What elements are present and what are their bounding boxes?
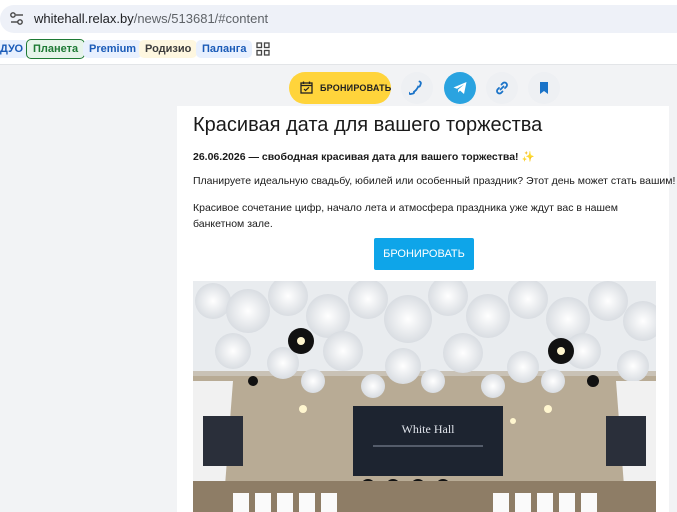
article-title: Красивая дата для вашего торжества [193,114,543,136]
bookmark-premium[interactable]: Premium [83,40,143,58]
phone-icon [409,80,422,95]
phone-button[interactable] [401,72,433,104]
telegram-button[interactable] [444,72,476,104]
bookmark-icon [540,82,548,94]
banquet-hall-image: White Hall [193,281,656,512]
bookmark-rodizio[interactable]: Родизио [139,40,198,58]
banquet-hall-photo: White Hall [193,281,656,512]
page-right-area [669,65,677,512]
photo-sign-text: White Hall [402,422,456,436]
bookmark-button[interactable] [528,72,560,104]
share-link-button[interactable] [486,72,518,104]
book-button-main[interactable]: БРОНИРОВАТЬ [374,238,474,270]
article-lead-text: 26.06.2026 — свободная красивая дата для… [193,151,519,163]
url-path: /news/513681/#content [133,11,269,26]
telegram-icon [453,82,467,94]
address-bar[interactable]: whitehall.relax.by/news/513681/#content [0,0,677,36]
apps-grid-icon[interactable] [256,42,270,56]
article-lead: 26.06.2026 — свободная красивая дата для… [193,150,535,163]
calendar-icon [300,81,313,94]
book-button-top-label: БРОНИРОВАТЬ [320,83,392,93]
article-paragraph-1: Планируете идеальную свадьбу, юбилей или… [193,175,676,187]
article-paragraph-2: Красивое сочетание цифр, начало лета и а… [193,202,618,230]
bookmark-planeta[interactable]: Планета [26,39,86,59]
url-host: whitehall.relax.by [34,11,134,26]
url-text[interactable]: whitehall.relax.by/news/513681/#content [34,11,268,26]
bookmark-palanga[interactable]: Паланга [196,40,253,58]
page-left-area [0,65,177,512]
site-settings-icon[interactable] [8,10,26,28]
link-icon [496,81,508,95]
bookmarks-bar: ДУО Планета Premium Родизио Паланга [0,36,677,65]
sparkles-icon: ✨ [521,151,535,163]
book-button-top[interactable]: БРОНИРОВАТЬ [289,72,391,104]
bookmark-duo[interactable]: ДУО [0,40,30,58]
